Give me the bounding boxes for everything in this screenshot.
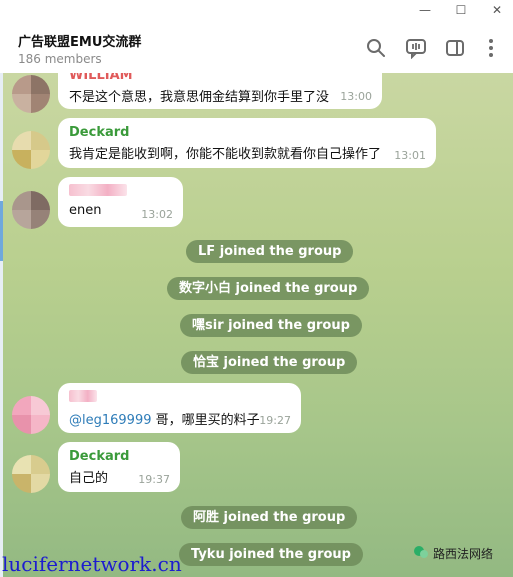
chat-history[interactable]: WILLIAM 不是这个意思，我意思佣金结算到你手里了没 13:00 Decka… xyxy=(0,73,513,577)
join-notice: 恰宝 joined the group xyxy=(181,351,358,374)
join-notice: Tyku joined the group xyxy=(179,543,363,566)
close-icon: ✕ xyxy=(491,3,503,17)
watermark-domain: lucifernetwork.cn xyxy=(2,552,182,576)
chat-title: 广告联盟EMU交流群 xyxy=(18,35,142,50)
scroll-marker xyxy=(0,201,3,261)
sender-name[interactable]: Deckard xyxy=(69,449,169,464)
message-bubble[interactable]: enen 13:02 xyxy=(58,177,183,227)
join-notice: 嘿sir joined the group xyxy=(180,314,362,337)
avatar[interactable] xyxy=(12,455,50,493)
sender-name-redacted[interactable] xyxy=(69,390,290,406)
search-icon[interactable] xyxy=(365,37,387,59)
maximize-button[interactable]: ☐ xyxy=(451,2,471,18)
minimize-icon: — xyxy=(419,3,431,17)
avatar[interactable] xyxy=(12,396,50,434)
message-bubble[interactable]: @leg169999 哥，哪里买的料子 19:27 xyxy=(58,383,301,433)
minimize-button[interactable]: — xyxy=(415,2,435,18)
chat-header[interactable]: 广告联盟EMU交流群 186 members xyxy=(0,20,513,73)
message-bubble[interactable]: Deckard 我肯定是能收到啊，你能不能收到款就看你自己操作了 13:01 xyxy=(58,118,436,168)
mention-link[interactable]: @leg169999 xyxy=(69,413,152,428)
avatar[interactable] xyxy=(12,191,50,229)
sender-name[interactable]: Deckard xyxy=(69,125,425,140)
avatar[interactable] xyxy=(12,75,50,113)
watermark-account: 路西法网络 xyxy=(433,547,494,561)
message-bubble[interactable]: Deckard 自己的 19:37 xyxy=(58,442,180,492)
maximize-icon: ☐ xyxy=(455,3,467,17)
message-text: @leg169999 哥，哪里买的料子 xyxy=(69,413,260,428)
member-count: 186 members xyxy=(18,52,102,66)
message-text: 不是这个意思，我意思佣金结算到你手里了没 xyxy=(69,90,330,105)
message-time: 19:27 xyxy=(259,414,291,427)
join-notice: LF joined the group xyxy=(186,240,354,263)
sender-name-redacted[interactable] xyxy=(69,184,172,200)
sender-name[interactable]: WILLIAM xyxy=(69,73,371,83)
message-text: 我肯定是能收到啊，你能不能收到款就看你自己操作了 xyxy=(69,147,382,162)
voice-chat-icon[interactable] xyxy=(405,37,427,59)
sidebar-toggle-icon[interactable] xyxy=(444,37,466,59)
close-button[interactable]: ✕ xyxy=(487,2,507,18)
avatar[interactable] xyxy=(12,131,50,169)
more-options-icon[interactable] xyxy=(480,37,502,59)
join-notice: 阿胜 joined the group xyxy=(181,506,358,529)
left-panel-edge xyxy=(0,73,3,577)
join-notice: 数字小白 joined the group xyxy=(167,277,370,300)
message-time: 19:37 xyxy=(138,473,170,486)
wechat-logo-icon xyxy=(414,546,428,558)
message-time: 13:02 xyxy=(141,208,173,221)
message-time: 13:00 xyxy=(340,90,372,103)
window-titlebar: — ☐ ✕ xyxy=(0,0,513,20)
message-bubble[interactable]: WILLIAM 不是这个意思，我意思佣金结算到你手里了没 13:00 xyxy=(58,73,382,109)
message-time: 13:01 xyxy=(394,149,426,162)
